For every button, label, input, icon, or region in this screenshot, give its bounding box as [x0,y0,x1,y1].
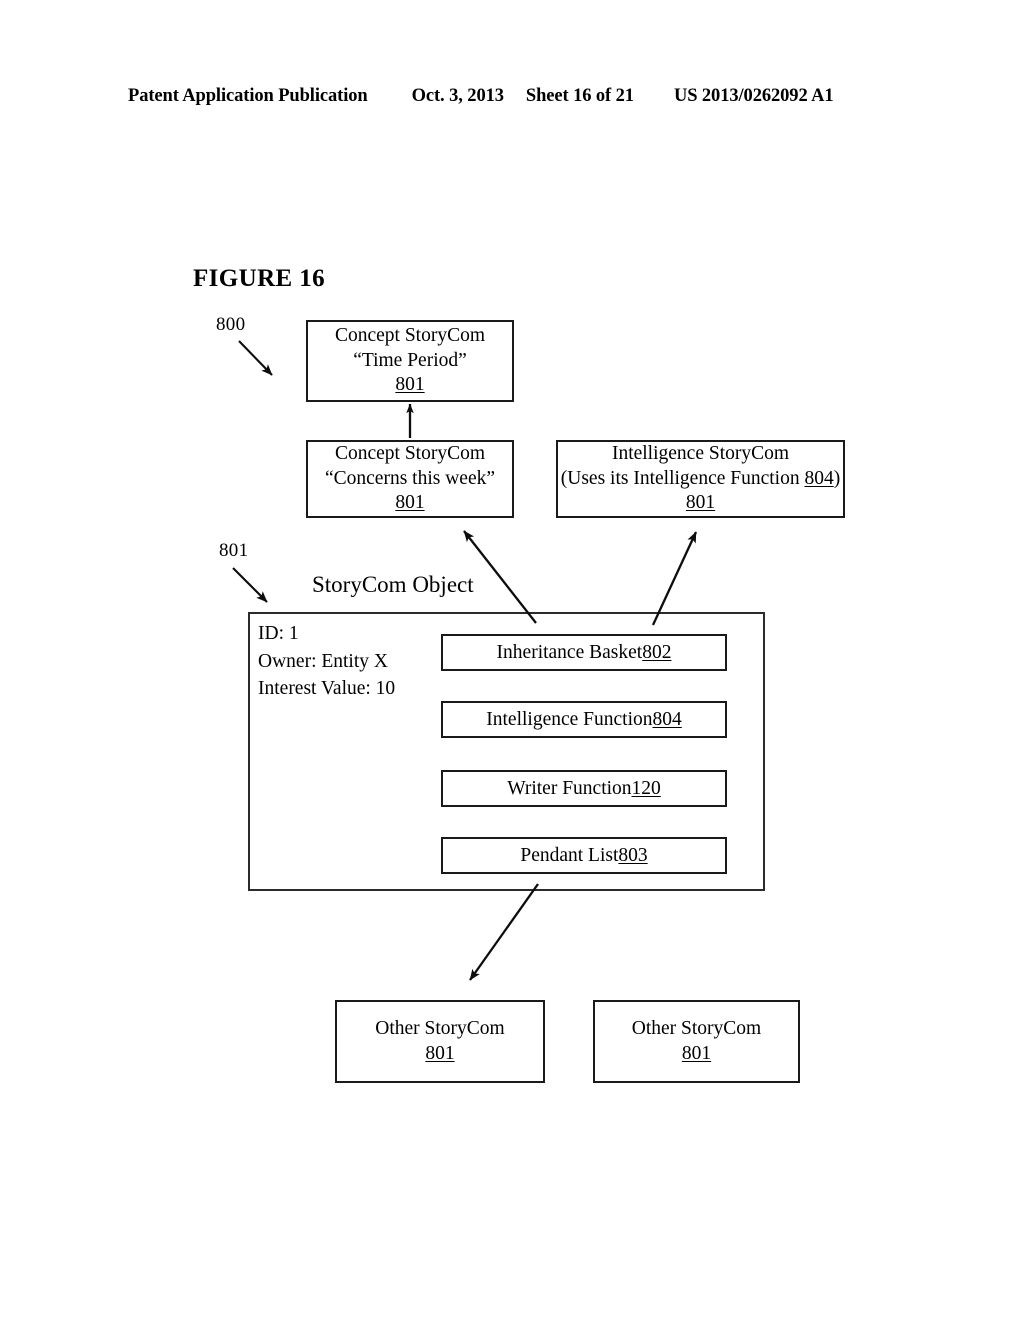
arrow-pendant-to-other-storycom [469,883,539,981]
box-line-2-prefix: (Uses its Intelligence Function [560,467,805,489]
callout-800-label: 800 [216,314,246,335]
box-line-1: Concept StoryCom [334,325,486,347]
arrow-inheritance-to-concept-storycom [463,530,537,624]
box-pendant-list: Pendant List 803 [441,837,727,874]
component-ref: 120 [631,777,661,799]
box-line-1: Other StoryCom [375,1017,505,1039]
component-label: Inheritance Basket [496,641,643,663]
box-line-2-ref: 804 [804,467,834,489]
component-ref: 803 [618,844,648,866]
box-line-1: Other StoryCom [631,1017,762,1039]
publication-date: Oct. 3, 2013 [411,86,504,106]
patent-number: US 2013/0262092 A1 [673,86,834,106]
component-ref: 804 [652,708,682,730]
field-owner: Owner: Entity X [258,650,388,672]
box-line-2: (Uses its Intelligence Function 804) [561,467,840,492]
component-label: Pendant List [520,844,619,866]
box-ref-numeral: 801 [685,492,716,514]
storycom-object-title: StoryCom Object [312,572,474,597]
box-concept-storycom-time-period: Concept StoryCom “Time Period” 801 [306,320,514,402]
box-other-storycom-left: Other StoryCom 801 [335,1000,545,1083]
box-intelligence-storycom: Intelligence StoryCom (Uses its Intellig… [556,440,845,518]
box-other-storycom-right: Other StoryCom 801 [593,1000,800,1083]
box-inheritance-basket: Inheritance Basket 802 [441,634,727,671]
box-line-1: Intelligence StoryCom [611,443,790,465]
box-line-2-suffix: ) [833,467,841,489]
storycom-object-fields: ID: 1 Owner: Entity X Interest Value: 10 [258,620,395,703]
patent-figure-page: Patent Application Publication Oct. 3, 2… [0,0,1024,1320]
component-label: Writer Function [507,777,632,799]
sheet-number: Sheet 16 of 21 [525,86,634,106]
component-label: Intelligence Function [486,708,653,730]
callout-801-label: 801 [219,540,249,561]
publication-label: Patent Application Publication [128,86,368,106]
box-ref-numeral: 801 [681,1042,712,1064]
box-writer-function: Writer Function 120 [441,770,727,807]
patent-header: Patent Application Publication Oct. 3, 2… [128,86,888,112]
leader-line-800 [238,340,273,376]
box-line-2: “Concerns this week” [324,467,496,489]
box-line-1: Concept StoryCom [334,443,486,465]
box-concept-storycom-concerns-this-week: Concept StoryCom “Concerns this week” 80… [306,440,514,518]
box-ref-numeral: 801 [395,492,425,514]
field-id: ID: 1 [258,623,299,644]
box-ref-numeral: 801 [425,1042,455,1064]
box-intelligence-function: Intelligence Function 804 [441,701,727,738]
component-ref: 802 [642,641,672,663]
field-interest-value: Interest Value: 10 [258,678,396,700]
leader-line-801 [232,567,268,603]
figure-title: FIGURE 16 [193,265,326,292]
box-ref-numeral: 801 [395,374,425,396]
box-line-2: “Time Period” [353,349,467,371]
